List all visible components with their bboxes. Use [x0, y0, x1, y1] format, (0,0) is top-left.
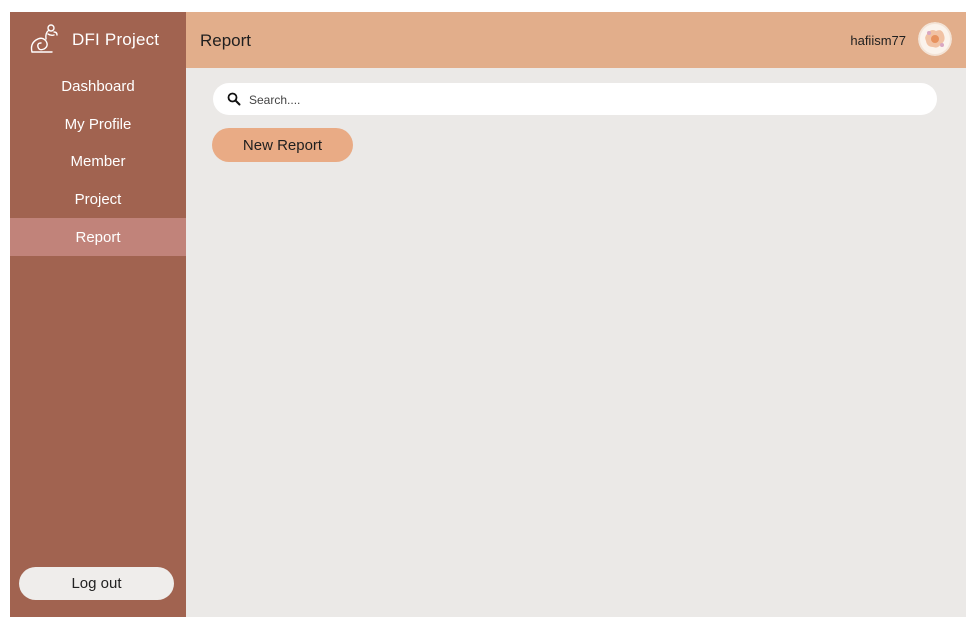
sidebar-item-project[interactable]: Project: [10, 180, 186, 218]
sidebar-item-my-profile[interactable]: My Profile: [10, 105, 186, 143]
username[interactable]: hafiism77: [850, 33, 906, 48]
header-bar: Report hafiism77: [186, 12, 966, 68]
logout-button[interactable]: Log out: [19, 567, 174, 600]
brand-title: DFI Project: [72, 30, 160, 49]
brand: DFI Project: [10, 12, 186, 68]
sidebar-item-member[interactable]: Member: [10, 142, 186, 180]
app-window: DFI Project Dashboard My Profile Member …: [10, 12, 966, 617]
new-report-button[interactable]: New Report: [212, 128, 353, 162]
avatar-icon[interactable]: [918, 22, 952, 56]
sidebar-item-report[interactable]: Report: [10, 218, 186, 256]
sidebar: DFI Project Dashboard My Profile Member …: [10, 12, 186, 617]
search-icon: [227, 92, 241, 106]
sidebar-item-dashboard[interactable]: Dashboard: [10, 67, 186, 105]
dfi-logo-icon: [30, 24, 58, 53]
search-input[interactable]: [247, 83, 911, 117]
page-title: Report: [200, 31, 252, 50]
search-bar: [213, 83, 937, 117]
